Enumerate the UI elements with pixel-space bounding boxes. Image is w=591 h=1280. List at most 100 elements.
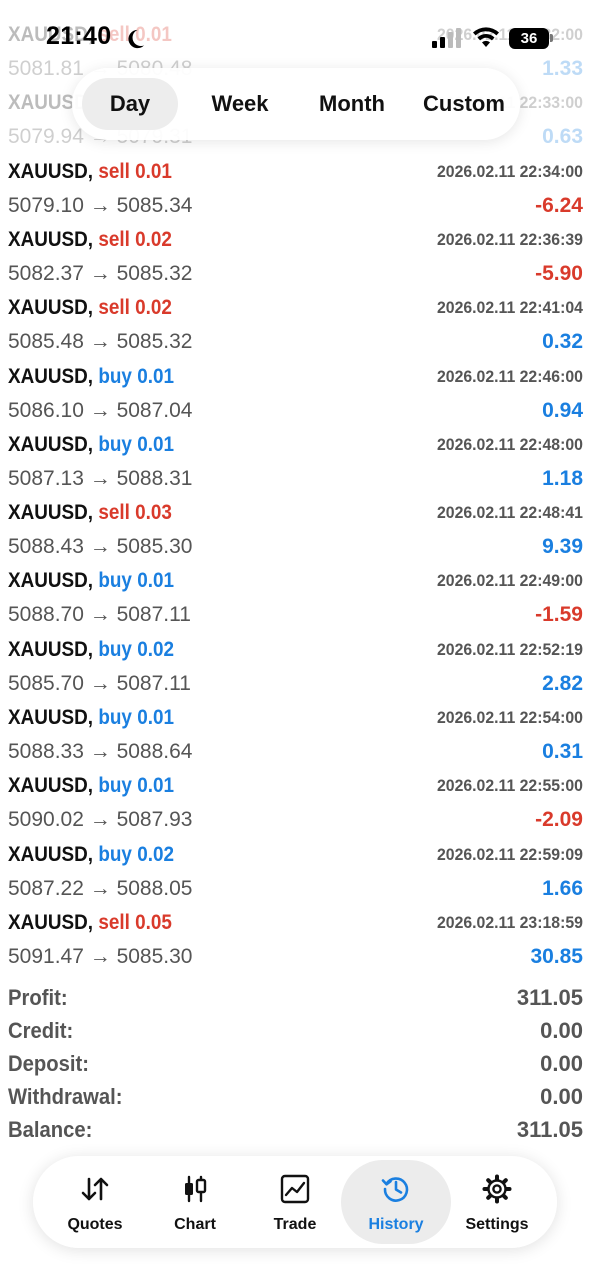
history-clock-icon <box>381 1177 409 1202</box>
deal-type: buy <box>98 569 132 593</box>
status-time: 21:40 <box>46 22 112 50</box>
deal-volume: 0.01 <box>137 774 174 798</box>
deal-type: buy <box>98 706 132 729</box>
deal-time: 2026.02.11 22:41:04 <box>437 298 583 318</box>
deal-row[interactable]: XAUUSD, sell 0.01 2026.02.11 22:34:00 5079… <box>0 156 591 224</box>
deal-prices: 5091.47 → 5085.30 <box>8 944 193 968</box>
tab-trade[interactable]: Trade <box>243 1160 347 1244</box>
tab-chart[interactable]: Chart <box>143 1160 247 1244</box>
deal-row[interactable]: XAUUSD, buy 0.01 2026.02.11 22:49:00 5088.… <box>0 565 591 633</box>
deal-row[interactable]: XAUUSD, buy 0.01 2026.02.11 22:55:00 5090.… <box>0 770 591 838</box>
deal-symbol: XAUUSD, <box>8 432 94 456</box>
deal-time: 2026.02.11 22:49:00 <box>437 571 583 591</box>
deal-type: buy <box>98 842 132 866</box>
deal-type: sell <box>98 227 130 251</box>
deal-volume: 0.01 <box>137 706 174 729</box>
deal-prices: 5087.22 → 5088.05 <box>8 876 193 900</box>
period-tab-month[interactable]: Month <box>300 78 404 130</box>
deal-time: 2026.02.11 22:34:00 <box>437 161 583 181</box>
deal-type: sell <box>98 159 130 183</box>
deal-time: 2026.02.11 22:55:00 <box>437 776 583 796</box>
tab-quotes-label: Quotes <box>67 1216 123 1233</box>
trade-chart-icon <box>280 1174 310 1204</box>
summary-deposit-value: 0.00 <box>540 1051 583 1076</box>
summary-credit-row: Credit: 0.00 <box>8 1014 583 1047</box>
deal-title: XAUUSD, sell 0.02 <box>8 292 172 324</box>
deal-time: 2026.02.11 22:54:00 <box>437 708 583 727</box>
deal-symbol: XAUUSD, <box>8 501 94 525</box>
deal-volume: 0.03 <box>135 501 172 525</box>
tab-settings[interactable]: Settings <box>445 1160 549 1244</box>
deal-title: XAUUSD, buy 0.01 <box>8 361 174 393</box>
period-tab-custom[interactable]: Custom <box>412 78 516 130</box>
tab-history[interactable]: History <box>341 1160 451 1244</box>
deal-title: XAUUSD, sell 0.01 <box>8 156 172 188</box>
deal-prices: 5082.37 → 5085.32 <box>8 261 193 285</box>
deal-row[interactable]: XAUUSD, sell 0.02 2026.02.11 22:41:04 5085… <box>0 292 591 360</box>
battery-cap <box>550 34 553 42</box>
tab-quotes[interactable]: Quotes <box>43 1160 147 1244</box>
deal-type: buy <box>98 364 132 388</box>
deal-row[interactable]: XAUUSD, buy 0.02 2026.02.11 22:59:09 5087.… <box>0 839 591 907</box>
deal-title: XAUUSD, buy 0.02 <box>8 839 174 871</box>
deal-profit: 0.94 <box>542 398 583 422</box>
deal-profit: 1.66 <box>542 876 583 900</box>
summary-withdrawal-label: Withdrawal: <box>8 1084 123 1109</box>
deal-volume: 0.02 <box>135 227 172 251</box>
summary-deposit-label: Deposit: <box>8 1051 89 1076</box>
deal-type: buy <box>98 774 132 798</box>
bottom-tab-bar: Quotes Chart Trade History Settings <box>33 1156 557 1248</box>
tab-chart-label: Chart <box>174 1216 216 1233</box>
battery-icon: 36 <box>509 28 549 49</box>
summary-balance-value: 311.05 <box>516 1117 583 1142</box>
deal-volume: 0.01 <box>137 569 174 593</box>
deal-row[interactable]: XAUUSD, sell 0.02 2026.02.11 22:36:39 5082… <box>0 224 591 292</box>
deal-row[interactable]: XAUUSD, buy 0.01 2026.02.11 22:54:00 5088.… <box>0 702 591 770</box>
wifi-icon <box>473 27 499 47</box>
deal-type: sell <box>98 910 130 934</box>
deal-volume: 0.05 <box>135 910 172 934</box>
deal-row[interactable]: XAUUSD, buy 0.01 2026.02.11 22:46:00 5086.… <box>0 361 591 429</box>
deal-row[interactable]: XAUUSD, buy 0.02 2026.02.11 22:52:19 5085.… <box>0 634 591 702</box>
deal-time: 2026.02.11 22:52:19 <box>437 639 583 659</box>
deal-volume: 0.02 <box>137 637 174 661</box>
summary-profit-label: Profit: <box>8 985 68 1010</box>
deal-profit: 2.82 <box>542 671 583 695</box>
deal-profit: 9.39 <box>542 535 583 559</box>
deal-title: XAUUSD, sell 0.03 <box>8 497 172 529</box>
deal-volume: 0.01 <box>137 432 174 456</box>
deal-time: 2026.02.11 22:48:41 <box>437 503 583 523</box>
deal-symbol: XAUUSD, <box>8 774 94 798</box>
period-tab-week[interactable]: Week <box>190 78 290 130</box>
deal-symbol: XAUUSD, <box>8 637 94 661</box>
deal-time: 2026.02.11 22:36:39 <box>437 229 583 249</box>
deal-row[interactable]: XAUUSD, buy 0.01 2026.02.11 22:48:00 5087.… <box>0 429 591 497</box>
period-tab-day[interactable]: Day <box>82 78 178 130</box>
moon-icon <box>128 29 145 49</box>
deal-title: XAUUSD, buy 0.01 <box>8 565 174 597</box>
deal-profit: 0.31 <box>542 740 583 763</box>
gear-icon <box>482 1174 512 1204</box>
summary-profit-value: 311.05 <box>516 985 583 1010</box>
deal-time: 2026.02.11 23:18:59 <box>437 912 583 932</box>
deal-title: XAUUSD, buy 0.02 <box>8 634 174 666</box>
deal-symbol: XAUUSD, <box>8 706 94 729</box>
deal-symbol: XAUUSD, <box>8 569 94 593</box>
deal-profit: -6.24 <box>535 193 583 217</box>
summary-withdrawal-value: 0.00 <box>540 1084 583 1109</box>
deal-symbol: XAUUSD, <box>8 910 94 934</box>
deal-row[interactable]: XAUUSD, sell 0.05 2026.02.11 23:18:59 5091… <box>0 907 591 975</box>
deal-profit: -1.59 <box>535 603 583 627</box>
tab-settings-label: Settings <box>465 1216 529 1233</box>
deal-type: sell <box>98 501 130 525</box>
deal-profit: -2.09 <box>535 808 583 832</box>
battery-level: 36 <box>520 30 538 47</box>
tab-history-label: History <box>368 1216 424 1233</box>
deal-type: buy <box>98 432 132 456</box>
deal-time: 2026.02.11 22:59:09 <box>437 844 583 864</box>
deal-row[interactable]: XAUUSD, sell 0.03 2026.02.11 22:48:41 5088… <box>0 497 591 565</box>
deal-prices: 5088.43 → 5085.30 <box>8 535 193 559</box>
deal-prices: 5088.33 → 5088.64 <box>8 740 193 763</box>
summary-balance-row: Balance: 311.05 <box>8 1113 583 1146</box>
deal-prices: 5085.70 → 5087.11 <box>8 671 191 695</box>
